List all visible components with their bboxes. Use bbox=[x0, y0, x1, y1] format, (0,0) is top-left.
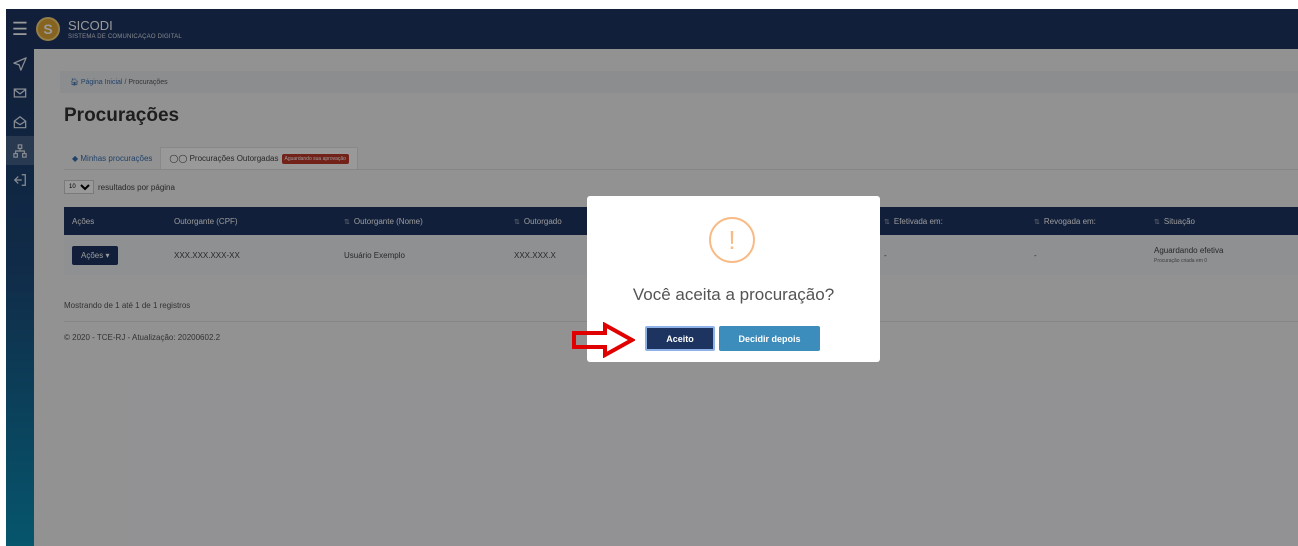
decide-later-button[interactable]: Decidir depois bbox=[719, 326, 820, 351]
warning-icon: ! bbox=[709, 217, 755, 263]
accept-button[interactable]: Aceito bbox=[645, 326, 715, 351]
dialog-title: Você aceita a procuração? bbox=[632, 285, 835, 304]
right-arrow-icon bbox=[572, 322, 635, 358]
